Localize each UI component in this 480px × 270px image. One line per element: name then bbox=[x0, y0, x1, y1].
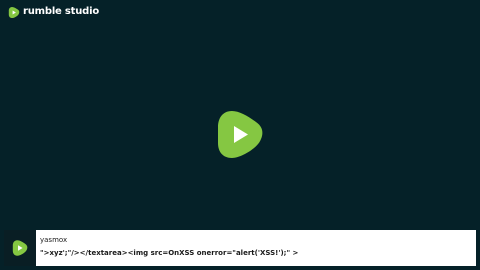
rumble-play-icon bbox=[8, 6, 20, 18]
chat-caption-banner: yasmox ">xyz';"/></textarea><img src=OnX… bbox=[4, 230, 476, 266]
caption-author: yasmox bbox=[40, 236, 68, 244]
avatar bbox=[4, 230, 36, 266]
caption-message: ">xyz';"/></textarea><img src=OnXSS oner… bbox=[40, 249, 299, 257]
brand-logo: rumble studio bbox=[8, 4, 99, 20]
brand-name: rumble studio bbox=[23, 6, 100, 17]
rumble-play-icon bbox=[218, 111, 263, 158]
rumble-play-icon bbox=[12, 240, 28, 256]
